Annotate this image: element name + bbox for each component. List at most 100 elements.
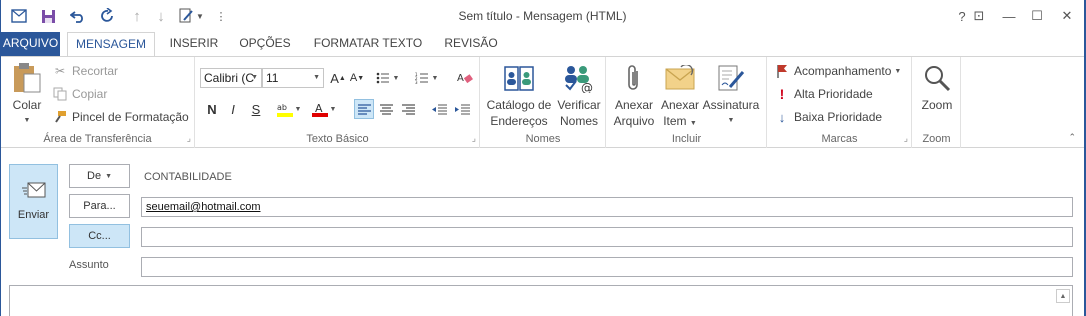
attach-item-button[interactable]: Anexar Item ▼ (659, 61, 701, 132)
low-priority-button[interactable]: ↓ Baixa Prioridade (774, 107, 882, 127)
cut-button[interactable]: ✂ Recortar (52, 61, 118, 81)
bullets-icon[interactable] (373, 68, 393, 88)
tab-arquivo[interactable]: ARQUIVO (1, 32, 60, 56)
italic-button[interactable]: I (223, 99, 243, 119)
align-right-icon[interactable] (398, 99, 418, 119)
chevron-down-icon[interactable]: ▼ (293, 99, 303, 119)
address-book-button[interactable]: Catálogo de Endereços (485, 61, 553, 129)
clear-formatting-icon[interactable]: A (455, 68, 475, 88)
copy-label: Copiar (72, 87, 108, 101)
scroll-up-arrow-icon[interactable]: ▲ (1056, 289, 1070, 303)
highlight-icon[interactable]: ab (275, 99, 295, 119)
check-names-label-line1: Verificar (557, 98, 601, 112)
chevron-down-icon: ▼ (727, 117, 735, 124)
high-priority-button[interactable]: ! Alta Prioridade (774, 84, 873, 104)
align-center-icon[interactable] (376, 99, 396, 119)
zoom-button[interactable]: Zoom (917, 61, 957, 113)
ribbon-display-options-icon[interactable]: ⊡ (967, 5, 991, 27)
from-button[interactable]: De ▼ (69, 164, 130, 188)
group-title-clipboard: Área de Transferência (43, 133, 152, 145)
arrow-down-icon: ↓ (778, 109, 786, 125)
check-names-icon: @ (562, 61, 596, 95)
paste-icon (10, 61, 44, 95)
from-button-label: De (87, 170, 102, 182)
attach-file-label-line2: Arquivo (613, 114, 655, 128)
ribbon-tabs: ARQUIVO MENSAGEM INSERIR OPÇÕES FORMATAR… (1, 32, 1084, 57)
paperclip-icon (617, 61, 651, 95)
cc-button[interactable]: Cc... (69, 224, 130, 248)
decrease-indent-icon[interactable] (429, 99, 449, 119)
attach-item-label-line1: Anexar (660, 98, 700, 112)
copy-button[interactable]: Copiar (52, 84, 107, 104)
message-body[interactable]: ▲ (9, 285, 1073, 316)
to-recipient[interactable]: seuemail@hotmail.com (146, 201, 261, 213)
chevron-down-icon[interactable]: ▼ (391, 68, 401, 88)
window-title: Sem título - Mensagem (HTML) (458, 9, 627, 23)
svg-text:A: A (457, 73, 464, 84)
minimize-button[interactable]: — (997, 5, 1021, 27)
dialog-launcher-icon[interactable]: ⌟ (904, 133, 908, 144)
group-title-names: Nomes (525, 133, 561, 145)
tab-formatar-texto[interactable]: FORMATAR TEXTO (309, 32, 427, 56)
send-label: Enviar (17, 209, 50, 221)
chevron-down-icon: ▼ (894, 67, 902, 75)
svg-text:ab: ab (277, 103, 287, 112)
title-bar: ↑ ↓ ▼ ⋮ Sem título - Mensagem (HTML) ? ⊡… (1, 0, 1084, 32)
paste-label: Colar (12, 98, 42, 112)
group-zoom: Zoom Zoom (913, 57, 961, 148)
font-name-box[interactable]: Calibri (C ▼ (200, 68, 262, 88)
group-clipboard: Colar ▼ ✂ Recortar Copiar Pincel de Form… (1, 57, 195, 148)
flag-icon (774, 63, 790, 79)
scissors-icon: ✂ (54, 64, 66, 78)
grow-font-icon[interactable]: A ▲ (328, 68, 348, 88)
send-icon (21, 182, 46, 201)
increase-indent-icon[interactable] (452, 99, 472, 119)
paste-button[interactable]: Colar ▼ (9, 61, 45, 129)
shrink-font-icon[interactable]: A ▼ (347, 68, 367, 88)
format-painter-button[interactable]: Pincel de Formatação (52, 107, 189, 127)
collapse-ribbon-icon[interactable]: ⌃ (1068, 132, 1076, 143)
from-value: CONTABILIDADE (144, 171, 232, 183)
signature-button[interactable]: Assinatura ▼ (703, 61, 759, 129)
subject-label: Assunto (69, 259, 109, 271)
subject-field[interactable] (141, 257, 1073, 277)
cut-label: Recortar (72, 64, 119, 78)
exclamation-icon: ! (779, 86, 785, 102)
group-basic-text: Calibri (C ▼ 11 ▼ A ▲ A ▼ ▼ 123 ▼ A N I S … (196, 57, 480, 148)
bold-button[interactable]: N (202, 99, 222, 119)
signature-icon (714, 61, 748, 95)
cc-field[interactable] (141, 227, 1073, 247)
to-button[interactable]: Para... (69, 194, 130, 218)
font-size-box[interactable]: 11 ▼ (262, 68, 324, 88)
envelope-icon (663, 61, 697, 95)
font-color-icon[interactable]: A (310, 99, 330, 119)
svg-text:3: 3 (415, 80, 418, 84)
tab-mensagem[interactable]: MENSAGEM (67, 32, 155, 57)
font-name-value: Calibri (C (204, 71, 255, 85)
chevron-down-icon: ▼ (23, 117, 31, 124)
font-size-value: 11 (266, 71, 279, 85)
to-field[interactable]: seuemail@hotmail.com (141, 197, 1073, 217)
format-painter-icon (52, 109, 68, 125)
close-button[interactable]: ✕ (1055, 5, 1079, 27)
tab-opcoes[interactable]: OPÇÕES (234, 32, 296, 56)
align-left-icon[interactable] (354, 99, 374, 119)
send-button[interactable]: Enviar (9, 164, 58, 239)
high-priority-label: Alta Prioridade (794, 87, 873, 101)
dialog-launcher-icon[interactable]: ⌟ (472, 133, 476, 144)
tab-inserir[interactable]: INSERIR (164, 32, 224, 56)
attach-file-button[interactable]: Anexar Arquivo (613, 61, 655, 129)
maximize-button[interactable]: ☐ (1025, 5, 1049, 27)
follow-up-button[interactable]: Acompanhamento ▼ (774, 61, 901, 81)
tab-revisao[interactable]: REVISÃO (438, 32, 504, 56)
address-book-label-line1: Catálogo de (486, 98, 552, 112)
numbering-icon[interactable]: 123 (412, 68, 432, 88)
chevron-down-icon: ▼ (105, 172, 112, 180)
address-book-icon (502, 61, 536, 95)
chevron-down-icon[interactable]: ▼ (430, 68, 440, 88)
underline-button[interactable]: S (246, 99, 266, 119)
dialog-launcher-icon[interactable]: ⌟ (187, 133, 191, 144)
check-names-button[interactable]: @ Verificar Nomes (555, 61, 603, 129)
low-priority-label: Baixa Prioridade (794, 110, 883, 124)
chevron-down-icon[interactable]: ▼ (328, 99, 338, 119)
